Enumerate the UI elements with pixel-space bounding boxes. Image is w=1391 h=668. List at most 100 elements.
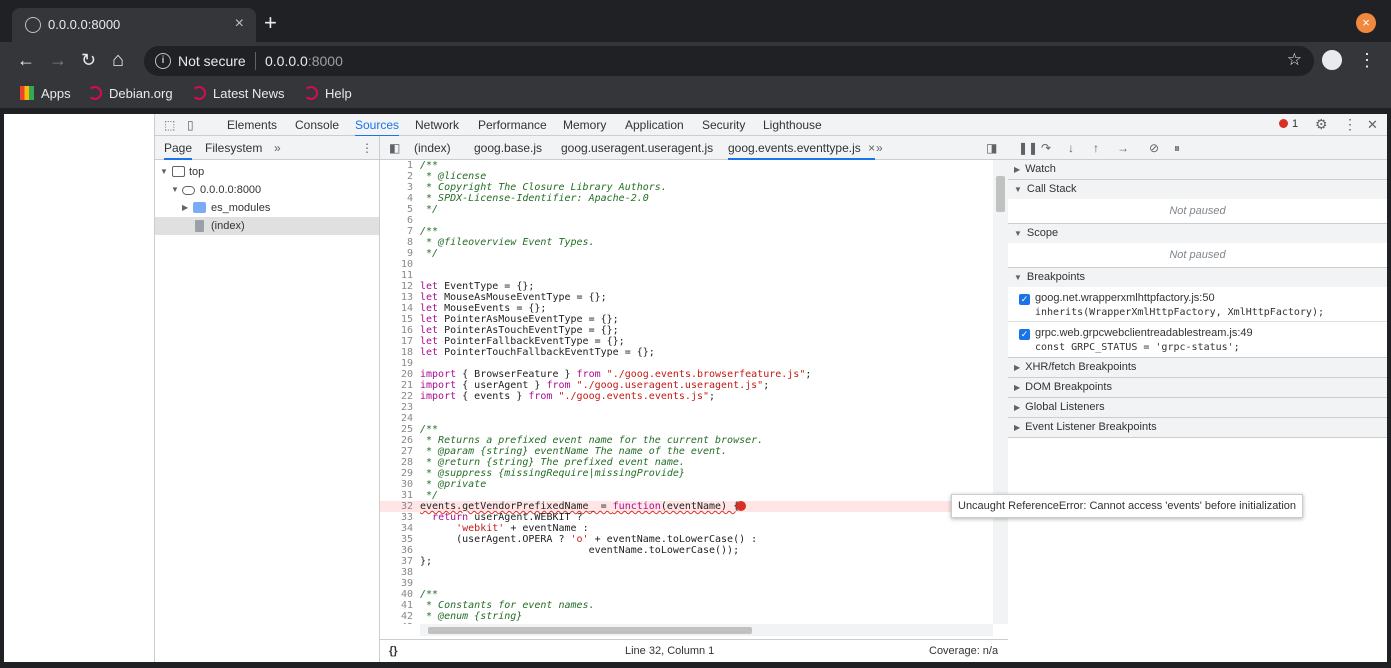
code-line[interactable]: 28 * @return {string} The prefixed event… (380, 457, 1008, 468)
tab-security[interactable]: Security (702, 118, 745, 132)
breakpoint-checkbox[interactable]: ✓ (1019, 294, 1030, 305)
code-line[interactable]: 14 let MouseEvents = {}; (380, 303, 1008, 314)
navigator-menu-icon[interactable]: ⋮ (361, 141, 373, 155)
line-number[interactable]: 9 (380, 248, 413, 259)
code-line[interactable]: 24 (380, 413, 1008, 424)
pause-on-exceptions-icon[interactable]: ⏸ (1174, 141, 1180, 156)
window-close-button[interactable]: × (1356, 13, 1376, 33)
more-tabs-icon[interactable]: » (876, 141, 883, 155)
code-line[interactable]: 26 * Returns a prefixed event name for t… (380, 435, 1008, 446)
editor-tab-useragent[interactable]: goog.useragent.useragent.js (561, 141, 713, 155)
scroll-thumb[interactable] (428, 627, 752, 634)
line-number[interactable]: 33 (380, 512, 413, 523)
code-line[interactable]: 15 let PointerAsMouseEventType = {}; (380, 314, 1008, 325)
home-button[interactable]: ⌂ (112, 50, 124, 70)
line-number[interactable]: 14 (380, 303, 413, 314)
horizontal-scrollbar[interactable] (420, 624, 993, 636)
line-number[interactable]: 41 (380, 600, 413, 611)
profile-avatar-icon[interactable] (1322, 50, 1342, 70)
bookmark-latest-news[interactable]: Latest News (192, 86, 285, 101)
info-icon[interactable]: i (155, 53, 171, 69)
tab-application[interactable]: Application (625, 118, 684, 132)
editor-tab-index[interactable]: (index) (414, 141, 451, 155)
code-line[interactable]: 19 (380, 358, 1008, 369)
toggle-navigator-icon[interactable]: ◧ (389, 141, 400, 155)
line-number[interactable]: 24 (380, 413, 413, 424)
url-text[interactable]: 0.0.0.0:8000 (265, 53, 343, 69)
breakpoint-item[interactable]: ✓ goog.net.wrapperxmlhttpfactory.js:50 inh… (1008, 287, 1387, 322)
line-number[interactable]: 39 (380, 578, 413, 589)
line-number[interactable]: 37 (380, 556, 413, 567)
tree-item-top[interactable]: ▼ top (155, 163, 379, 181)
code-line[interactable]: 7 /** (380, 226, 1008, 237)
section-global-listeners[interactable]: ▶ Global Listeners (1008, 398, 1387, 418)
step-icon[interactable]: → (1117, 141, 1129, 155)
section-call-stack[interactable]: ▼ Call Stack Not paused (1008, 180, 1387, 224)
line-number[interactable]: 3 (380, 182, 413, 193)
bookmark-debian[interactable]: Debian.org (88, 86, 173, 101)
tree-item-es-modules[interactable]: ▶ es_modules (155, 199, 379, 217)
scroll-thumb[interactable] (996, 176, 1005, 212)
code-line[interactable]: 32 events.getVendorPrefixedName_ = functi… (380, 501, 1008, 512)
code-line[interactable]: 17 let PointerFallbackEventType = {}; (380, 336, 1008, 347)
section-watch[interactable]: ▶ Watch (1008, 160, 1387, 180)
coverage-status[interactable]: Coverage: n/a (929, 645, 998, 657)
line-number[interactable]: 2 (380, 171, 413, 182)
line-number[interactable]: 23 (380, 402, 413, 413)
pretty-print-button[interactable]: {} (389, 645, 398, 657)
line-number[interactable]: 17 (380, 336, 413, 347)
inspect-element-icon[interactable]: ⬚ (164, 118, 175, 132)
bookmark-apps[interactable]: Apps (20, 86, 71, 101)
browser-tab[interactable]: 0.0.0.0:8000 × (12, 8, 256, 42)
line-number[interactable]: 10 (380, 259, 413, 270)
tab-performance[interactable]: Performance (478, 118, 547, 132)
section-header[interactable]: ▶ Event Listener Breakpoints (1008, 418, 1387, 437)
tab-page[interactable]: Page (164, 141, 193, 160)
section-event-listener-breakpoints[interactable]: ▶ Event Listener Breakpoints (1008, 418, 1387, 438)
code-line[interactable]: 18 let PointerTouchFallbackEventType = {}… (380, 347, 1008, 358)
section-header[interactable]: ▼ Scope (1008, 224, 1387, 243)
code-line[interactable]: 5 */ (380, 204, 1008, 215)
line-number[interactable]: 36 (380, 545, 413, 556)
bookmark-help[interactable]: Help (304, 86, 352, 101)
code-line[interactable]: 12 let EventType = {}; (380, 281, 1008, 292)
error-count-badge[interactable]: 1 (1279, 118, 1298, 130)
editor-tab-eventtype[interactable]: goog.events.eventtype.js × (728, 141, 876, 160)
line-number[interactable]: 20 (380, 369, 413, 380)
section-header[interactable]: ▼ Call Stack (1008, 180, 1387, 199)
toggle-debugger-icon[interactable]: ◨ (986, 141, 997, 155)
expand-arrow-icon[interactable]: ▼ (171, 181, 179, 199)
line-number[interactable]: 42 (380, 611, 413, 622)
line-number[interactable]: 28 (380, 457, 413, 468)
editor-tab-goog-base[interactable]: goog.base.js (474, 141, 542, 155)
line-number[interactable]: 38 (380, 567, 413, 578)
section-header[interactable]: ▼ Breakpoints (1008, 268, 1387, 287)
back-button[interactable]: ← (17, 50, 35, 70)
line-number[interactable]: 22 (380, 391, 413, 402)
step-into-icon[interactable]: ↓ (1068, 141, 1074, 155)
line-number[interactable]: 1 (380, 160, 413, 171)
section-scope[interactable]: ▼ Scope Not paused (1008, 224, 1387, 268)
code-line[interactable]: 31 */ (380, 490, 1008, 501)
code-line[interactable]: 6 (380, 215, 1008, 226)
more-tabs-icon[interactable]: » (274, 141, 281, 155)
code-line[interactable]: 42 * @enum {string} (380, 611, 1008, 622)
code-line[interactable]: 1 /** (380, 160, 1008, 171)
tab-memory[interactable]: Memory (563, 118, 606, 132)
section-breakpoints[interactable]: ▼ Breakpoints ✓ goog.net.wrapperxmlhttpfac… (1008, 268, 1387, 358)
line-number[interactable]: 26 (380, 435, 413, 446)
code-line[interactable]: 41 * Constants for event names. (380, 600, 1008, 611)
code-area[interactable]: 1/** 2 * @license 3 * Copyright The Closur… (380, 160, 1008, 624)
code-line[interactable]: 2 * @license (380, 171, 1008, 182)
line-number[interactable]: 13 (380, 292, 413, 303)
line-number[interactable]: 5 (380, 204, 413, 215)
code-line[interactable]: 4 * SPDX-License-Identifier: Apache-2.0 (380, 193, 1008, 204)
line-number[interactable]: 6 (380, 215, 413, 226)
code-line[interactable]: 21 import { userAgent } from "./goog.user… (380, 380, 1008, 391)
breakpoint-checkbox[interactable]: ✓ (1019, 329, 1030, 340)
step-out-icon[interactable]: ↑ (1093, 141, 1099, 155)
settings-gear-icon[interactable]: ⚙ (1315, 116, 1328, 133)
tree-item-origin[interactable]: ▼ 0.0.0.0:8000 (155, 181, 379, 199)
code-line[interactable]: 35 (userAgent.OPERA ? 'o' + eventName.to… (380, 534, 1008, 545)
devtools-menu-icon[interactable]: ⋮ (1343, 116, 1357, 133)
